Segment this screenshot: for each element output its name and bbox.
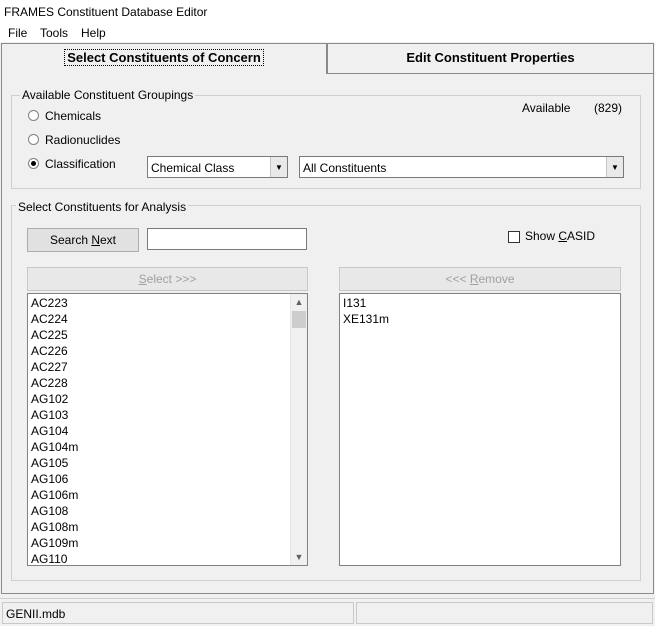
radio-classification[interactable] [28,158,39,169]
menu-help[interactable]: Help [79,26,108,40]
list-item[interactable]: I131 [340,295,620,311]
status-bar: GENII.mdb [0,598,655,626]
search-input[interactable] [147,228,307,250]
radio-chemicals-label[interactable]: Chemicals [45,109,101,123]
tab-edit-properties[interactable]: Edit Constituent Properties [327,43,654,73]
menu-tools[interactable]: Tools [38,26,70,40]
tab-panel: Available Constituent Groupings Availabl… [1,73,654,594]
status-pane-file: GENII.mdb [2,602,354,624]
list-item[interactable]: AG103 [28,407,290,423]
list-item[interactable]: XE131m [340,311,620,327]
menu-file[interactable]: File [6,26,29,40]
available-count: (829) [594,101,623,115]
radio-classification-label[interactable]: Classification [45,157,116,171]
available-label: Available [522,101,571,115]
list-item[interactable]: AC228 [28,375,290,391]
list-item[interactable]: AG106 [28,471,290,487]
status-pane-2 [356,602,653,624]
available-constituents-list[interactable]: AC223 AC224 AC225 AC226 AC227 AC228 AG102 AG103… [27,293,308,566]
list-item[interactable]: AC223 [28,295,290,311]
chevron-down-icon[interactable]: ▼ [270,157,287,177]
menu-bar: File Tools Help [0,24,655,42]
show-casid-checkbox[interactable] [508,231,520,243]
list-item[interactable]: AC224 [28,311,290,327]
scroll-down-icon[interactable]: ▼ [291,549,307,565]
tab-select-constituents[interactable]: Select Constituents of Concern [1,43,327,74]
class-combo[interactable]: Chemical Class ▼ [147,156,288,178]
constituent-combo-value: All Constituents [303,161,387,175]
list-item[interactable]: AC225 [28,327,290,343]
search-next-button[interactable]: Search Next [27,228,139,252]
scroll-up-icon[interactable]: ▲ [291,294,307,310]
tab-select-constituents-label: Select Constituents of Concern [64,49,264,66]
remove-button[interactable]: <<< Remove [339,267,621,291]
selected-constituents-list[interactable]: I131 XE131m [339,293,621,566]
radio-radionuclides-label[interactable]: Radionuclides [45,133,120,147]
show-casid-label[interactable]: Show CASID [525,229,595,243]
list-item[interactable]: AC226 [28,343,290,359]
select-button[interactable]: Select >>> [27,267,308,291]
analysis-legend: Select Constituents for Analysis [16,200,189,214]
radio-radionuclides[interactable] [28,134,39,145]
constituent-combo[interactable]: All Constituents ▼ [299,156,624,178]
list-item[interactable]: AC227 [28,359,290,375]
radio-chemicals[interactable] [28,110,39,121]
list-item[interactable]: AG109m [28,535,290,551]
available-list-scrollbar[interactable]: ▲ ▼ [290,294,307,565]
window-title: FRAMES Constituent Database Editor [4,5,208,19]
list-item[interactable]: AG108 [28,503,290,519]
scroll-thumb[interactable] [292,311,306,328]
title-bar: FRAMES Constituent Database Editor [0,0,655,24]
list-item[interactable]: AG104m [28,439,290,455]
class-combo-value: Chemical Class [151,161,235,175]
list-item[interactable]: AG106m [28,487,290,503]
chevron-down-icon[interactable]: ▼ [606,157,623,177]
groupings-legend: Available Constituent Groupings [20,88,196,102]
status-file: GENII.mdb [6,607,66,621]
list-item[interactable]: AG110 [28,551,290,565]
list-item[interactable]: AG108m [28,519,290,535]
list-item[interactable]: AG105 [28,455,290,471]
tab-edit-properties-label: Edit Constituent Properties [406,50,575,65]
list-item[interactable]: AG102 [28,391,290,407]
list-item[interactable]: AG104 [28,423,290,439]
